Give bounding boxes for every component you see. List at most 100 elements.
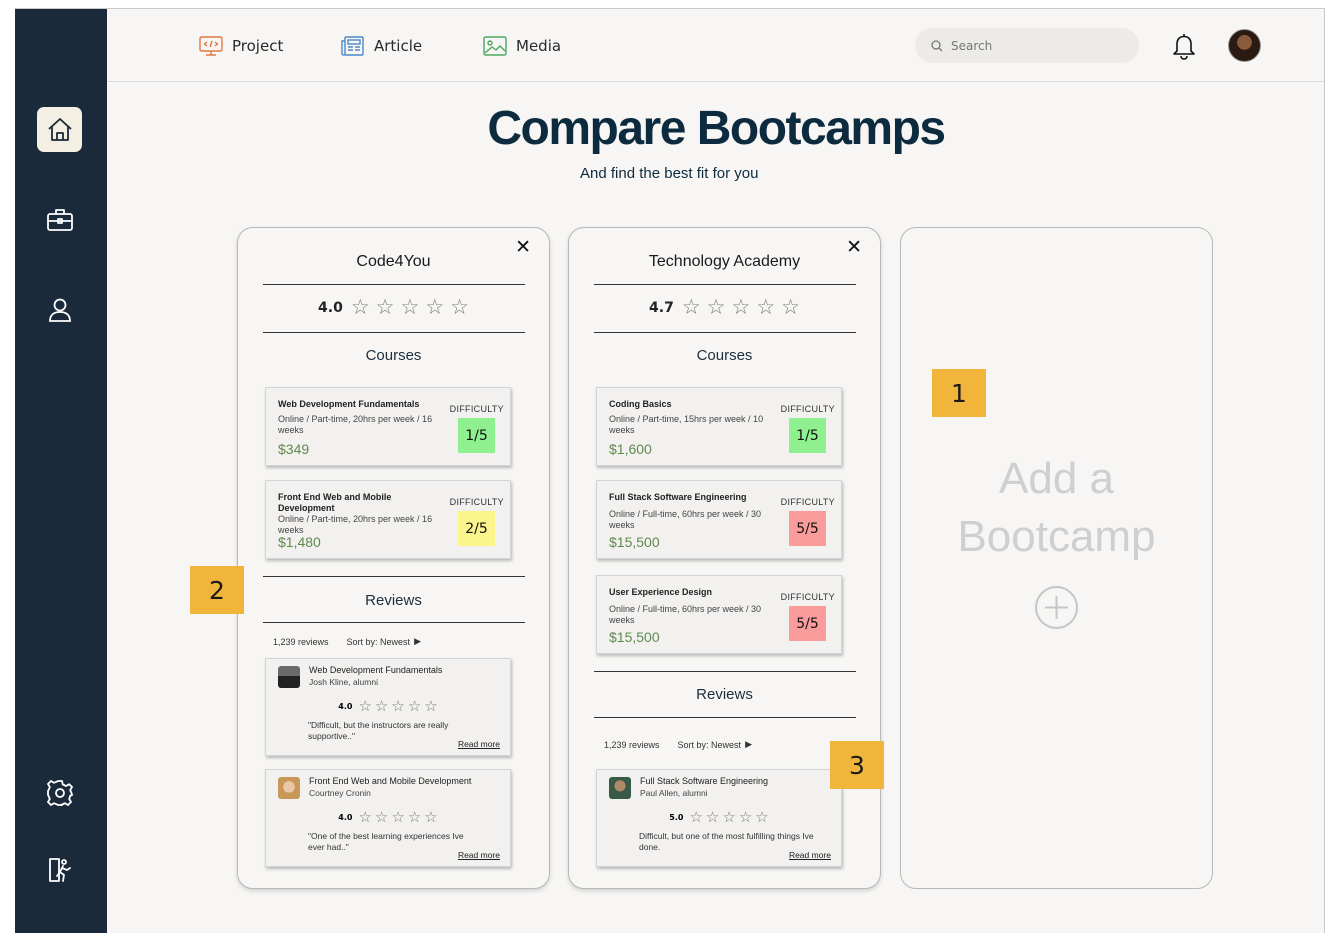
play-icon: ▶: [414, 636, 421, 646]
read-more-link[interactable]: Read more: [789, 850, 831, 860]
star-icon: ☆: [755, 808, 769, 826]
review-count: 1,239 reviews: [273, 636, 329, 647]
review-rating: 5.0 ☆ ☆ ☆ ☆ ☆: [597, 810, 841, 825]
star-icon: ☆: [400, 295, 420, 319]
course-card[interactable]: Web Development Fundamentals Online / Pa…: [265, 387, 511, 466]
divider: [263, 576, 525, 577]
app-frame: Project Article Media Compare Bootcamps …: [15, 8, 1325, 933]
sort-dropdown[interactable]: Sort by: Newest ▶: [347, 636, 421, 647]
star-icon: ☆: [358, 697, 372, 715]
review-count: 1,239 reviews: [604, 739, 660, 750]
star-icon: ☆: [705, 808, 720, 826]
difficulty-label: DIFFICULTY: [780, 497, 835, 507]
star-icon: ☆: [689, 808, 703, 826]
bell-icon[interactable]: [1170, 31, 1198, 61]
sort-label: Sort by: Newest: [346, 636, 411, 647]
course-card[interactable]: User Experience Design Online / Full-tim…: [596, 575, 842, 654]
course-details: Online / Full-time, 60hrs per week / 30 …: [609, 509, 762, 530]
review-author: Paul Allen, alumni: [640, 788, 708, 798]
sort-label: Sort by: Newest: [677, 739, 742, 750]
divider: [594, 671, 856, 672]
course-card[interactable]: Coding Basics Online / Part-time, 15hrs …: [596, 387, 842, 466]
review-rating-value: 4.0: [338, 702, 353, 711]
review-author: Josh Kline, alumni: [309, 677, 378, 687]
search-box[interactable]: [915, 28, 1139, 63]
course-card[interactable]: Full Stack Software Engineering Online /…: [596, 480, 842, 559]
read-more-link[interactable]: Read more: [458, 850, 500, 860]
star-icon: ☆: [374, 697, 389, 715]
nav-article-label: Article: [374, 37, 423, 55]
reviewer-avatar: [609, 777, 631, 799]
add-bootcamp-line1: Add a: [999, 454, 1114, 503]
course-price: $1,600: [609, 441, 652, 457]
difficulty-badge: 1/5: [789, 418, 826, 453]
star-icon: ☆: [425, 295, 445, 319]
bootcamp-name: Technology Academy: [648, 253, 801, 270]
course-price: $349: [278, 441, 310, 457]
annotation-marker-3: 3: [830, 741, 884, 789]
course-price: $1,480: [278, 534, 321, 550]
sidebar-item-home[interactable]: [37, 107, 82, 152]
course-details: Online / Part-time, 15hrs per week / 10 …: [609, 414, 764, 435]
nav-project-label: Project: [232, 37, 284, 55]
bootcamp-card-code4you: ✕ Code4You 4.0 ☆ ☆ ☆ ☆ ☆ Courses Web Dev…: [237, 227, 550, 889]
star-icon: ☆: [706, 295, 726, 319]
review-course: Web Development Fundamentals: [309, 665, 443, 675]
star-icon: ☆: [358, 808, 372, 826]
star-icon: ☆: [681, 295, 701, 319]
newspaper-icon: [341, 36, 364, 56]
star-icon: ☆: [350, 295, 370, 319]
nav-article[interactable]: Article: [341, 33, 422, 59]
read-more-link[interactable]: Read more: [458, 739, 500, 749]
divider: [594, 332, 856, 333]
star-icon: ☆: [756, 295, 776, 319]
reviews-meta: 1,239 reviews Sort by: Newest ▶: [604, 739, 752, 750]
sidebar-item-settings[interactable]: [37, 770, 82, 815]
course-name: Front End Web and Mobile Development: [278, 492, 392, 513]
difficulty-badge: 1/5: [458, 418, 495, 453]
bootcamp-rating: 4.7 ☆ ☆ ☆ ☆ ☆: [569, 297, 880, 318]
page-title: Compare Bootcamps: [487, 102, 946, 155]
star-icon: ☆: [375, 295, 395, 319]
nav-media[interactable]: Media: [483, 33, 561, 59]
bootcamp-name: Code4You: [356, 253, 431, 270]
course-name: Full Stack Software Engineering: [609, 492, 747, 502]
divider: [263, 622, 525, 623]
search-icon: [931, 39, 943, 51]
search-input[interactable]: [951, 38, 1121, 53]
review-card: Web Development Fundamentals Josh Kline,…: [265, 658, 511, 756]
difficulty-label: DIFFICULTY: [449, 497, 504, 507]
star-icon: ☆: [424, 808, 438, 826]
reviews-heading: Reviews: [696, 686, 753, 703]
courses-heading: Courses: [696, 347, 753, 364]
sort-dropdown[interactable]: Sort by: Newest ▶: [678, 739, 752, 750]
page-subtitle: And find the best fit for you: [580, 165, 759, 182]
user-avatar[interactable]: [1228, 29, 1261, 62]
course-details: Online / Full-time, 60hrs per week / 30 …: [609, 604, 762, 625]
sidebar-item-jobs[interactable]: [37, 197, 82, 242]
sidebar-item-profile[interactable]: [37, 287, 82, 332]
divider: [263, 332, 525, 333]
difficulty-label: DIFFICULTY: [780, 404, 835, 414]
course-details: Online / Part-time, 20hrs per week / 16 …: [278, 514, 433, 535]
plus-circle-icon[interactable]: [1034, 585, 1079, 630]
nav-project[interactable]: Project: [199, 33, 283, 59]
add-bootcamp-card[interactable]: Add a Bootcamp: [900, 227, 1213, 889]
reviewer-avatar: [278, 666, 300, 688]
nav-media-label: Media: [516, 37, 562, 55]
course-price: $15,500: [609, 534, 660, 550]
star-icon: ☆: [391, 808, 405, 826]
course-card[interactable]: Front End Web and Mobile Development Onl…: [265, 480, 511, 559]
sidebar-item-logout[interactable]: [37, 847, 82, 892]
star-icon: ☆: [424, 697, 438, 715]
review-text: "One of the best learning experiences Iv…: [308, 831, 464, 852]
code-monitor-icon: [199, 36, 223, 56]
star-icon: ☆: [407, 697, 422, 715]
courses-heading: Courses: [365, 347, 422, 364]
add-bootcamp-text: Add a Bootcamp: [901, 450, 1212, 566]
review-course: Front End Web and Mobile Development: [309, 776, 472, 786]
course-name: Coding Basics: [609, 399, 672, 409]
star-icon: ☆: [391, 697, 405, 715]
play-icon: ▶: [745, 739, 752, 749]
reviews-meta: 1,239 reviews Sort by: Newest ▶: [273, 636, 421, 647]
